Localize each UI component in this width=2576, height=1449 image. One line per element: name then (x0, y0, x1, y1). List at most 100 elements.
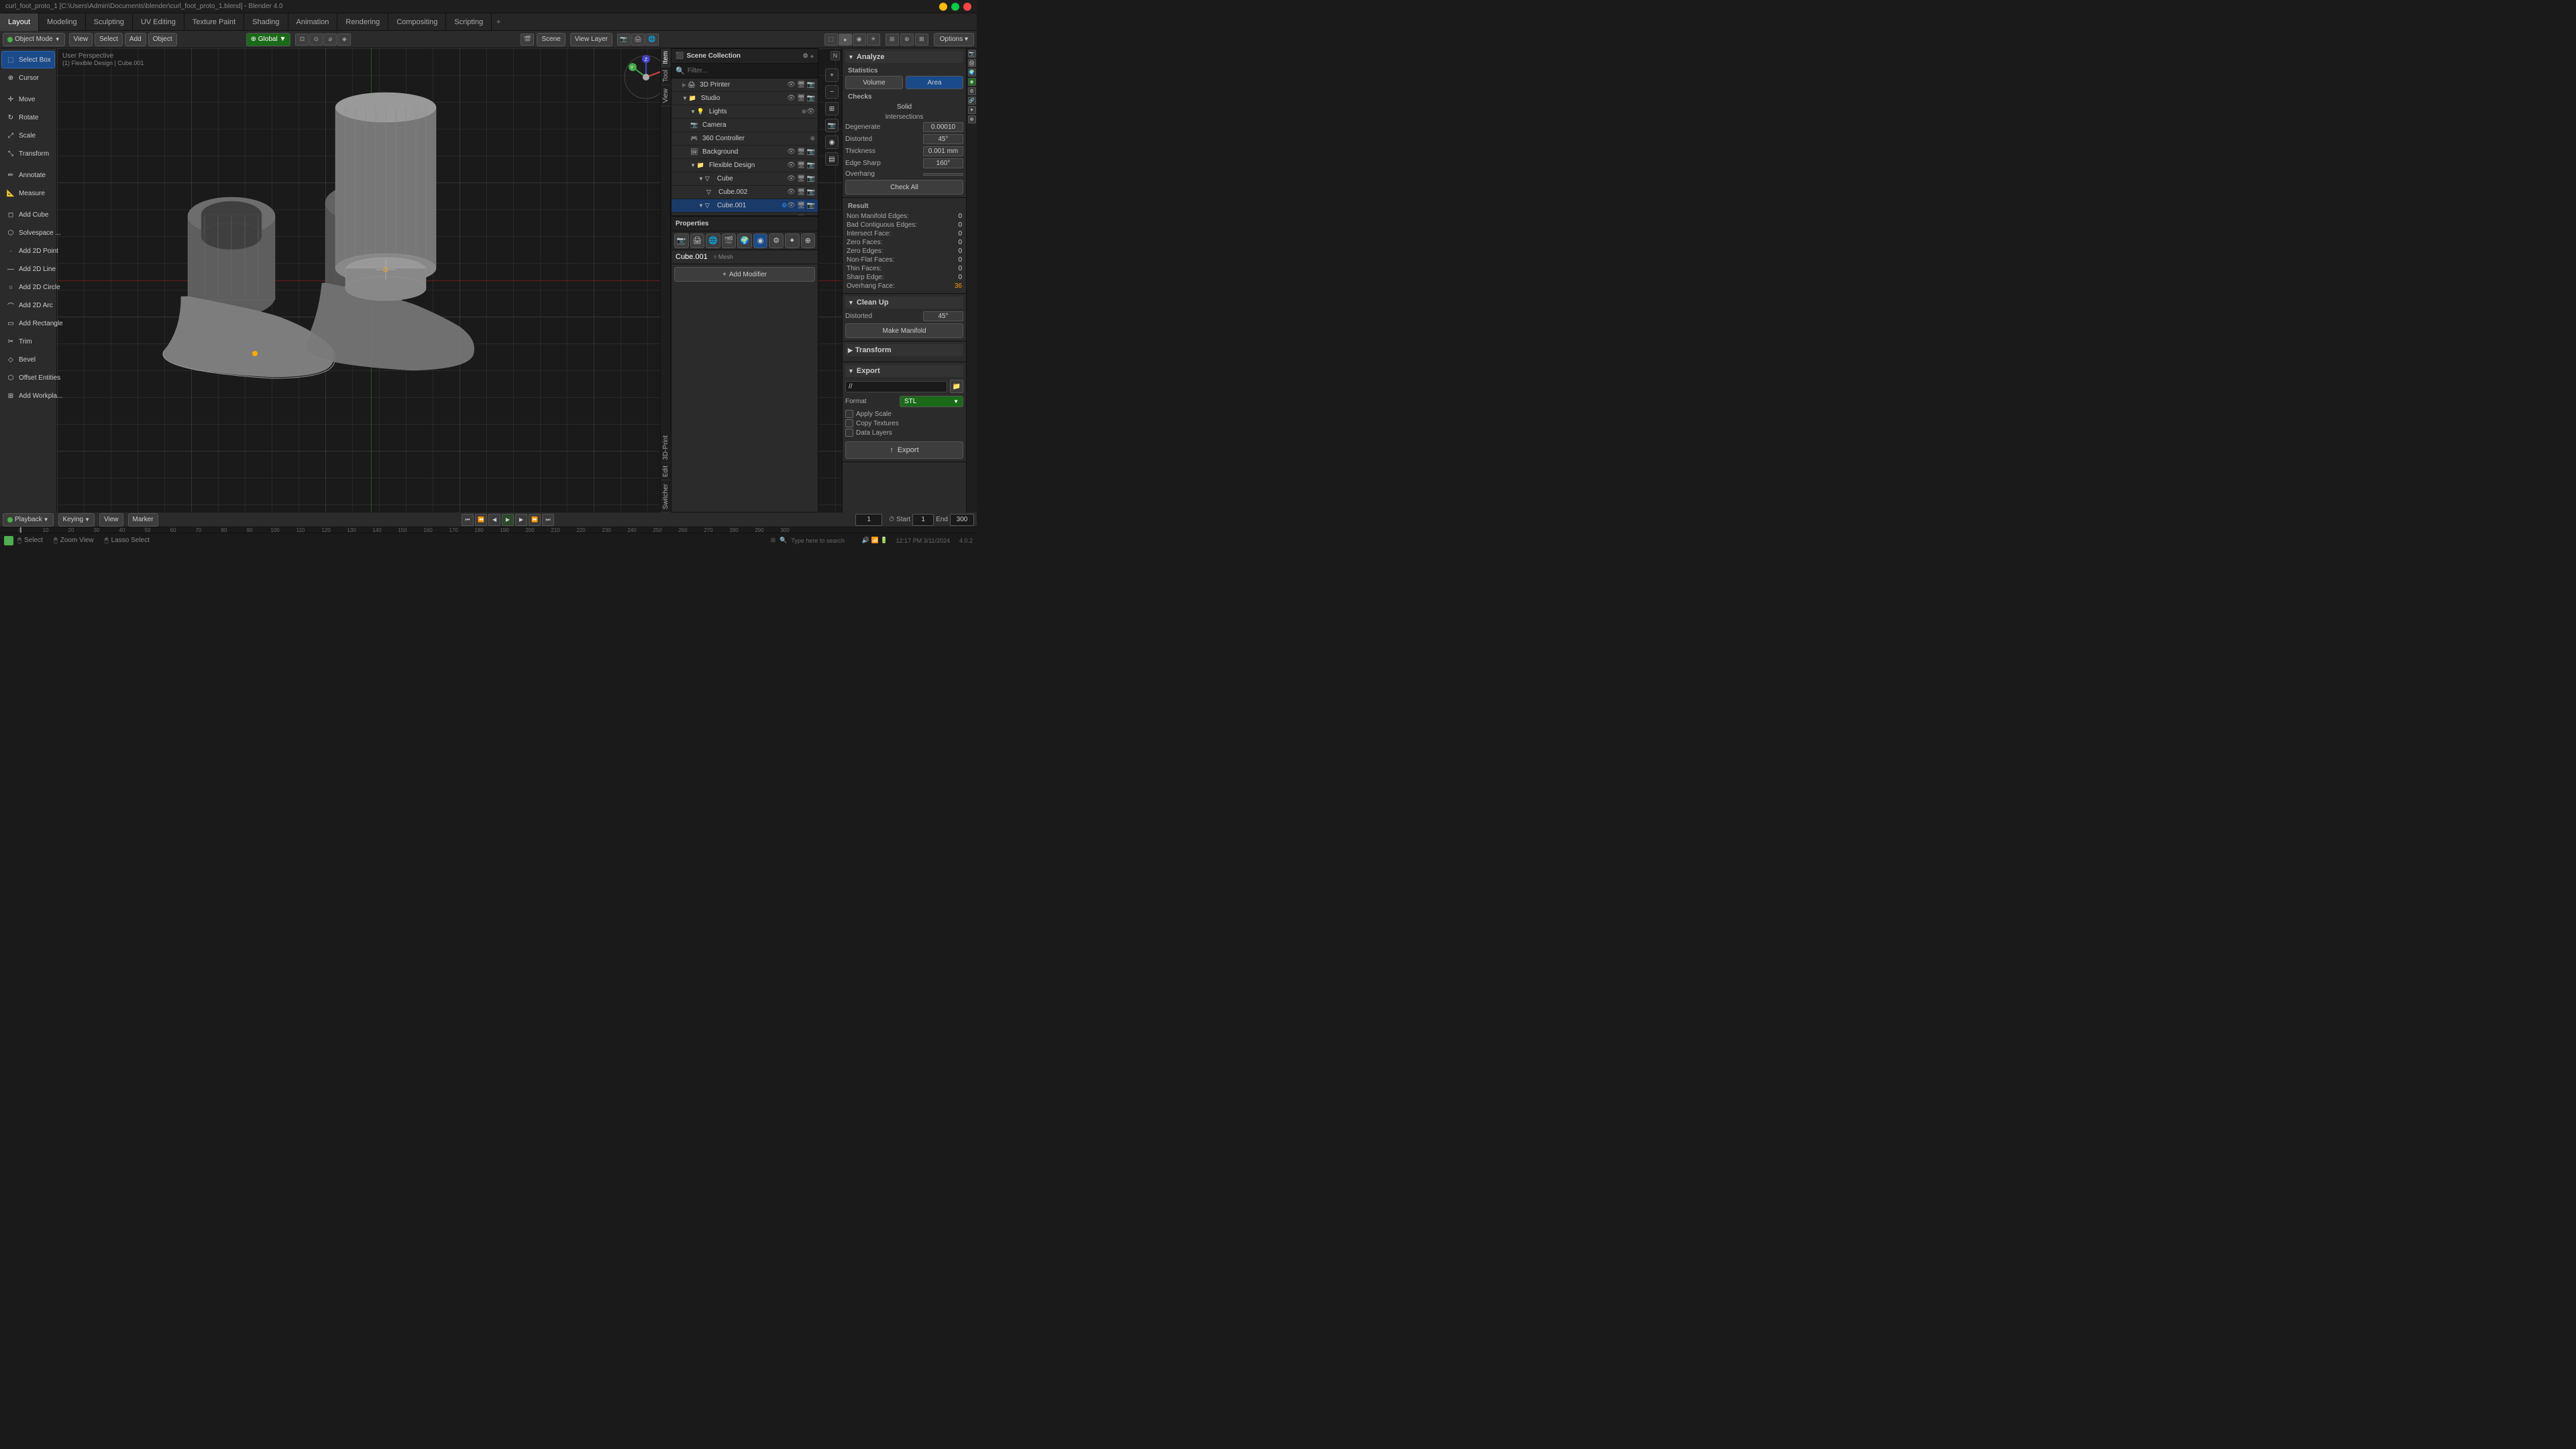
restrict-icon[interactable]: 🖥 (797, 81, 806, 89)
play-btn[interactable]: ▶ (502, 514, 514, 526)
frame-selected-btn[interactable]: ▤ (825, 152, 839, 166)
restrict-icon[interactable]: 🖥 (797, 162, 806, 169)
rendered-btn[interactable]: ☀ (867, 34, 880, 46)
bevel-tool[interactable]: ◇ Bevel (1, 351, 55, 368)
vtab-tool[interactable]: Tool (661, 67, 671, 85)
overhang-value[interactable] (923, 173, 963, 176)
restrict-icon[interactable]: 🖥 (797, 148, 806, 156)
render-props-btn[interactable]: 📷 (674, 233, 689, 248)
measure-tool[interactable]: 📐 Measure (1, 184, 55, 202)
clean-distorted-value[interactable]: 45° (923, 311, 963, 321)
viewport-n-panel-toggle[interactable]: N (830, 51, 840, 60)
move-tool[interactable]: ✛ Move (1, 91, 55, 108)
trim-tool[interactable]: ✂ Trim (1, 333, 55, 350)
outliner-item-studio[interactable]: ▼ 📁 Studio 👁 🖥 📷 (672, 92, 818, 105)
keying-menu[interactable]: Keying ▼ (58, 513, 95, 527)
show-gizmos-btn[interactable]: ⊕ (900, 34, 914, 46)
render-icon-btn[interactable]: 📷 (968, 50, 976, 58)
outliner-item-cube[interactable]: ▼ ▽ Cube 👁 🖥 📷 (672, 172, 818, 186)
visibility-icon[interactable]: 👁 (787, 202, 796, 209)
outliner-item-flexible-design[interactable]: ▼ 📁 Flexible Design 👁 🖥 📷 (672, 159, 818, 172)
format-select[interactable]: STL ▼ (900, 396, 963, 407)
current-frame-input[interactable]: 1 (855, 514, 882, 526)
add-modifier-btn[interactable]: + Add Modifier (674, 267, 815, 282)
timeline-playhead[interactable] (20, 527, 21, 533)
timeline-ruler[interactable]: 0 10 20 30 40 50 60 70 80 90 100 110 120… (0, 527, 977, 533)
browse-folder-btn[interactable]: 📁 (950, 380, 963, 393)
transform-tool[interactable]: ⤡ Transform (1, 145, 55, 162)
check-all-btn[interactable]: Check All (845, 180, 963, 195)
render-icon[interactable]: 📷 (807, 202, 815, 209)
scene-name-btn[interactable]: Scene (537, 33, 565, 46)
prev-key-btn[interactable]: ◀ (488, 514, 500, 526)
particles-icon-btn[interactable]: ✦ (968, 106, 976, 114)
playback-menu[interactable]: Playback ▼ (3, 513, 54, 527)
tab-compositing[interactable]: Compositing (388, 13, 446, 31)
add-rectangle-tool[interactable]: ▭ Add Rectangle (1, 315, 55, 332)
export-btn[interactable]: ↑ Export (845, 441, 963, 459)
local-view-btn[interactable]: ◉ (825, 136, 839, 149)
prev-frame-btn[interactable]: ⏪ (475, 514, 487, 526)
timeline-marker-menu[interactable]: Marker (128, 513, 158, 527)
object-mode-dropdown[interactable]: Object Mode ▼ (3, 33, 65, 46)
vtab-view[interactable]: View (661, 86, 671, 107)
constraints-icon-btn[interactable]: 🔗 (968, 97, 976, 105)
select-menu[interactable]: Select (95, 33, 123, 46)
material-preview-btn[interactable]: ◉ (853, 34, 866, 46)
close-btn[interactable] (963, 3, 971, 11)
restrict-icon[interactable]: 🖥 (797, 202, 806, 209)
scene-selector-icon[interactable]: 🎬 (521, 34, 534, 46)
analyze-header[interactable]: ▼ Analyze (845, 51, 963, 63)
options-btn[interactable]: Options ▾ (934, 33, 974, 46)
annotate-tool[interactable]: ✏ Annotate (1, 166, 55, 184)
global-transform-btn[interactable]: ⊕ Global ▼ (246, 33, 291, 46)
export-path-input[interactable] (845, 381, 947, 392)
world-icon-btn[interactable]: 🌍 (968, 68, 976, 76)
tab-texture-paint[interactable]: Texture Paint (184, 13, 244, 31)
tab-rendering[interactable]: Rendering (337, 13, 388, 31)
visibility-icon[interactable]: 👁 (787, 175, 796, 182)
show-overlays-btn[interactable]: ⊞ (885, 34, 899, 46)
object-menu[interactable]: Object (148, 33, 177, 46)
visibility-icon[interactable]: 👁 (787, 81, 796, 89)
render-icon[interactable]: 📷 (807, 148, 815, 156)
edge-sharp-value[interactable]: 160° (923, 158, 963, 168)
render-icon[interactable]: 📷 (807, 162, 815, 169)
wireframe-btn[interactable]: ⬚ (824, 34, 838, 46)
clean-up-header[interactable]: ▼ Clean Up (845, 297, 963, 309)
zoom-in-btn[interactable]: + (825, 68, 839, 82)
view-layer-name-btn[interactable]: View Layer (570, 33, 612, 46)
physics-icon-btn[interactable]: ⊕ (968, 115, 976, 123)
tab-sculpting[interactable]: Sculpting (86, 13, 133, 31)
minimize-btn[interactable] (939, 3, 947, 11)
solvespace-tool[interactable]: ⬡ Solvespace ... (1, 224, 55, 241)
world-props-btn[interactable]: 🌍 (737, 233, 752, 248)
degenerate-value[interactable]: 0.00010 (923, 122, 963, 132)
view-menu[interactable]: View (69, 33, 93, 46)
outliner-item-background[interactable]: 🖼 Background 👁 🖥 📷 (672, 146, 818, 159)
tab-shading[interactable]: Shading (244, 13, 288, 31)
proportional-edit-btn[interactable]: ⊙ (309, 34, 323, 46)
outliner-search-input[interactable] (688, 67, 814, 74)
area-btn[interactable]: Area (906, 76, 963, 89)
outliner-item-cube-002[interactable]: ▽ Cube.002 👁 🖥 📷 (672, 186, 818, 199)
modifier-props-btn[interactable]: ⚙ (769, 233, 784, 248)
timeline-view-menu[interactable]: View (99, 513, 123, 527)
vtab-edit[interactable]: Edit (661, 463, 671, 480)
view-layer-props-btn[interactable]: 🌐 (706, 233, 720, 248)
maximize-btn[interactable] (951, 3, 959, 11)
scale-tool[interactable]: ⤢ Scale (1, 127, 55, 144)
object-props-btn[interactable]: ◉ (753, 233, 768, 248)
camera-view-btn[interactable]: 📷 (825, 119, 839, 132)
vtab-item[interactable]: Item (661, 48, 671, 67)
add-2d-arc-tool[interactable]: ⌒ Add 2D Arc (1, 297, 55, 314)
scene-props-btn[interactable]: 🎬 (722, 233, 737, 248)
output-icon-btn[interactable]: 🖨 (968, 59, 976, 67)
visibility-icon[interactable]: 👁 (787, 95, 796, 102)
apply-scale-checkbox[interactable] (845, 410, 853, 418)
outliner-item-3d-printer[interactable]: ▶ 🖨 3D Printer 👁 🖥 📷 (672, 78, 818, 92)
outliner-add-btn[interactable]: + (810, 53, 814, 60)
vtab-3dprint[interactable]: 3D-Print (661, 433, 671, 464)
tab-uv-editing[interactable]: UV Editing (133, 13, 184, 31)
restrict-icon[interactable]: 🖥 (797, 95, 806, 102)
